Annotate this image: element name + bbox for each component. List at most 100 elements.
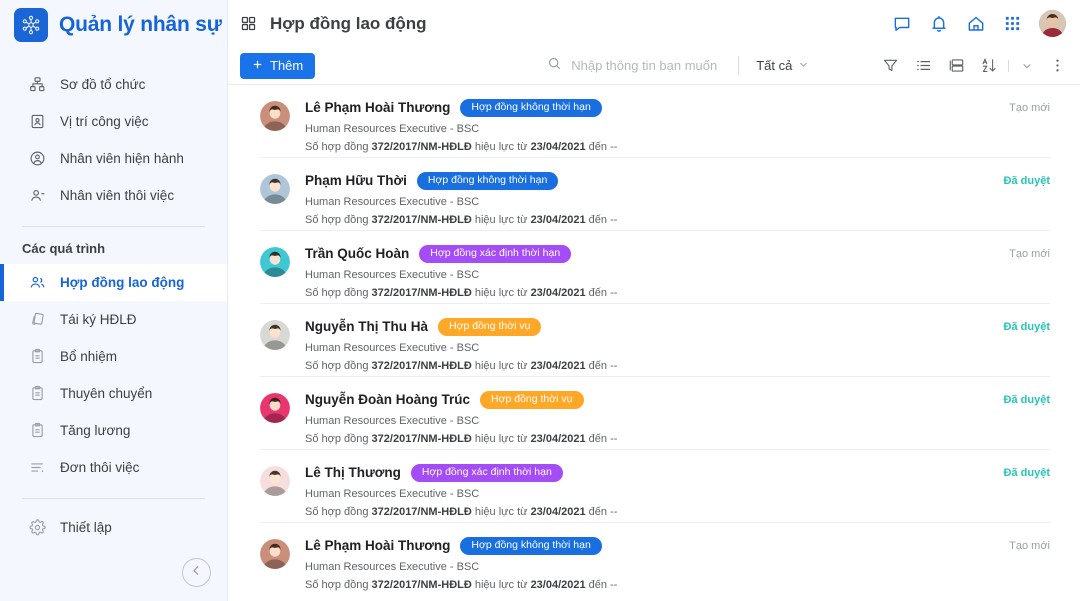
row-header: Nguyễn Thị Thu Hà Hợp đồng thời vụ bbox=[305, 318, 994, 336]
status-badge: Đã duyệt bbox=[1003, 175, 1050, 187]
contract-prefix: Số hợp đồng bbox=[305, 578, 372, 591]
sidebar-item-so-do-to-chuc[interactable]: Sơ đồ tổ chức bbox=[0, 66, 227, 103]
table-row[interactable]: Trần Quốc Hoàn Hợp đồng xác định thời hạn… bbox=[260, 231, 1050, 304]
board-view-icon[interactable] bbox=[948, 57, 965, 74]
sidebar-item-thuyen-chuyen[interactable]: Thuyên chuyển bbox=[0, 375, 227, 412]
contract-prefix: Số hợp đồng bbox=[305, 213, 372, 226]
employee-name: Nguyễn Đoàn Hoàng Trúc bbox=[305, 392, 471, 408]
topbar: Hợp đồng lao động bbox=[228, 0, 1080, 47]
contract-prefix: Số hợp đồng bbox=[305, 505, 372, 518]
status-badge: Tạo mới bbox=[1009, 248, 1050, 260]
employee-name: Lê Thị Thương bbox=[305, 465, 401, 481]
table-row[interactable]: Nguyễn Đoàn Hoàng Trúc Hợp đồng thời vụ Hu… bbox=[260, 377, 1050, 450]
toolbar-actions bbox=[882, 57, 1066, 74]
contract-prefix: Số hợp đồng bbox=[305, 359, 372, 372]
status-badge: Tạo mới bbox=[1009, 540, 1050, 552]
contract-number: 372/2017/NM-HĐLĐ bbox=[371, 505, 472, 518]
contract-start-date: 23/04/2021 bbox=[530, 505, 586, 518]
employee-role: Human Resources Executive - BSC bbox=[305, 414, 480, 427]
employee-role: Human Resources Executive - BSC bbox=[305, 268, 480, 281]
contract-type-badge: Hợp đồng thời vụ bbox=[480, 391, 584, 409]
contract-number: 372/2017/NM-HĐLĐ bbox=[371, 140, 472, 153]
more-vertical-icon[interactable] bbox=[1049, 57, 1066, 74]
sidebar-item-label: Thuyên chuyển bbox=[60, 386, 153, 401]
sidebar-item-thiet-lap[interactable]: Thiết lập bbox=[0, 509, 227, 546]
list-view-icon[interactable] bbox=[915, 57, 932, 74]
sidebar-item-label: Tái ký HĐLĐ bbox=[60, 312, 137, 327]
row-body: Lê Phạm Hoài Thương Hợp đồng không thời h… bbox=[305, 99, 994, 153]
contract-mid-text: hiệu lực từ bbox=[471, 359, 531, 372]
table-row[interactable]: Phạm Hữu Thời Hợp đồng không thời hạn Huma… bbox=[260, 158, 1050, 231]
contract-type-badge: Hợp đồng không thời hạn bbox=[416, 172, 559, 190]
employee-role: Human Resources Executive - BSC bbox=[305, 487, 480, 500]
sort-az-icon[interactable] bbox=[981, 57, 998, 74]
table-row[interactable]: Lê Thị Thương Hợp đồng xác định thời hạn H… bbox=[260, 450, 1050, 523]
contract-start-date: 23/04/2021 bbox=[530, 359, 586, 372]
employee-role: Human Resources Executive - BSC bbox=[305, 341, 480, 354]
sidebar-nav: Sơ đồ tổ chức Vị trí công việc Nhân viên… bbox=[0, 66, 227, 546]
search-input[interactable] bbox=[571, 58, 722, 73]
row-header: Lê Thị Thương Hợp đồng xác định thời hạn bbox=[305, 464, 994, 482]
sidebar-item-label: Nhân viên hiện hành bbox=[60, 151, 184, 166]
apps-grid-icon[interactable] bbox=[240, 15, 257, 32]
brand[interactable]: Quản lý nhân sự bbox=[0, 0, 227, 50]
clipboard-icon bbox=[28, 385, 46, 403]
brand-title: Quản lý nhân sự bbox=[59, 13, 222, 36]
contract-mid-text: hiệu lực từ bbox=[471, 432, 531, 445]
sidebar-item-hop-dong-lao-dong[interactable]: Hợp đồng lao động bbox=[0, 264, 227, 301]
avatar bbox=[260, 393, 290, 423]
sidebar-item-nhan-vien-thoi-viec[interactable]: Nhân viên thôi việc bbox=[0, 177, 227, 214]
status-badge: Tạo mới bbox=[1009, 102, 1050, 114]
sidebar-item-bo-nhiem[interactable]: Bổ nhiệm bbox=[0, 338, 227, 375]
sidebar-item-don-thoi-viec[interactable]: Đơn thôi việc bbox=[0, 449, 227, 486]
contract-info: Số hợp đồng 372/2017/NM-HĐLĐ hiệu lực từ… bbox=[305, 506, 994, 518]
user-avatar[interactable] bbox=[1039, 10, 1066, 37]
chevron-down-icon[interactable] bbox=[1008, 59, 1033, 72]
avatar bbox=[260, 174, 290, 204]
filter-select[interactable]: Tất cả bbox=[756, 58, 809, 73]
user-minus-icon bbox=[28, 187, 46, 205]
app-root: Quản lý nhân sự Sơ đồ tổ chức Vị trí côn… bbox=[0, 0, 1080, 601]
table-row[interactable]: Lê Phạm Hoài Thương Hợp đồng không thời h… bbox=[260, 523, 1050, 596]
sidebar-divider-2 bbox=[22, 498, 205, 499]
users-icon bbox=[28, 274, 46, 292]
contract-number: 372/2017/NM-HĐLĐ bbox=[371, 578, 472, 591]
contract-info: Số hợp đồng 372/2017/NM-HĐLĐ hiệu lực từ… bbox=[305, 287, 994, 299]
sidebar-item-vi-tri-cong-viec[interactable]: Vị trí công việc bbox=[0, 103, 227, 140]
contract-type-badge: Hợp đồng không thời hạn bbox=[460, 99, 602, 117]
sidebar-item-tang-luong[interactable]: Tăng lương bbox=[0, 412, 227, 449]
sidebar-item-label: Tăng lương bbox=[60, 423, 131, 438]
contract-info: Số hợp đồng 372/2017/NM-HĐLĐ hiệu lực từ… bbox=[305, 141, 994, 153]
sidebar-item-label: Đơn thôi việc bbox=[60, 460, 140, 475]
status-badge: Đã duyệt bbox=[1003, 394, 1050, 406]
filter-funnel-icon[interactable] bbox=[882, 57, 899, 74]
contract-mid-text: hiệu lực từ bbox=[471, 505, 531, 518]
employee-name: Trần Quốc Hoàn bbox=[305, 246, 410, 262]
contract-start-date: 23/04/2021 bbox=[530, 432, 586, 445]
table-row[interactable]: Lê Phạm Hoài Thương Hợp đồng không thời h… bbox=[260, 85, 1050, 158]
contract-type-badge: Hợp đồng thời vụ bbox=[438, 318, 542, 336]
sidebar-item-label: Thiết lập bbox=[60, 520, 112, 535]
add-button[interactable]: Thêm bbox=[240, 52, 316, 79]
contract-end-text: đến -- bbox=[585, 359, 618, 372]
bell-icon[interactable] bbox=[929, 14, 949, 34]
user-circle-icon bbox=[28, 150, 46, 168]
contract-mid-text: hiệu lực từ bbox=[471, 140, 531, 153]
sidebar-item-nhan-vien-hien-hanh[interactable]: Nhân viên hiện hành bbox=[0, 140, 227, 177]
contract-info: Số hợp đồng 372/2017/NM-HĐLĐ hiệu lực từ… bbox=[305, 433, 994, 445]
sidebar-collapse-button[interactable] bbox=[182, 558, 211, 587]
row-header: Phạm Hữu Thời Hợp đồng không thời hạn bbox=[305, 172, 994, 190]
status-badge: Đã duyệt bbox=[1003, 321, 1050, 333]
contract-mid-text: hiệu lực từ bbox=[471, 213, 531, 226]
main-content: Hợp đồng lao động Thêm Nhập thông tin bạ… bbox=[228, 0, 1080, 601]
apps-grid-icon[interactable] bbox=[1003, 14, 1022, 33]
sidebar-item-tai-ky-hdld[interactable]: Tái ký HĐLĐ bbox=[0, 301, 227, 338]
org-chart-icon bbox=[28, 76, 46, 94]
employee-role: Human Resources Executive - BSC bbox=[305, 122, 480, 135]
home-icon[interactable] bbox=[966, 14, 986, 34]
chat-icon[interactable] bbox=[892, 14, 912, 34]
sidebar: Quản lý nhân sự Sơ đồ tổ chức Vị trí côn… bbox=[0, 0, 228, 601]
row-header: Trần Quốc Hoàn Hợp đồng xác định thời hạn bbox=[305, 245, 994, 263]
avatar bbox=[260, 320, 290, 350]
table-row[interactable]: Nguyễn Thị Thu Hà Hợp đồng thời vụ Human R… bbox=[260, 304, 1050, 377]
